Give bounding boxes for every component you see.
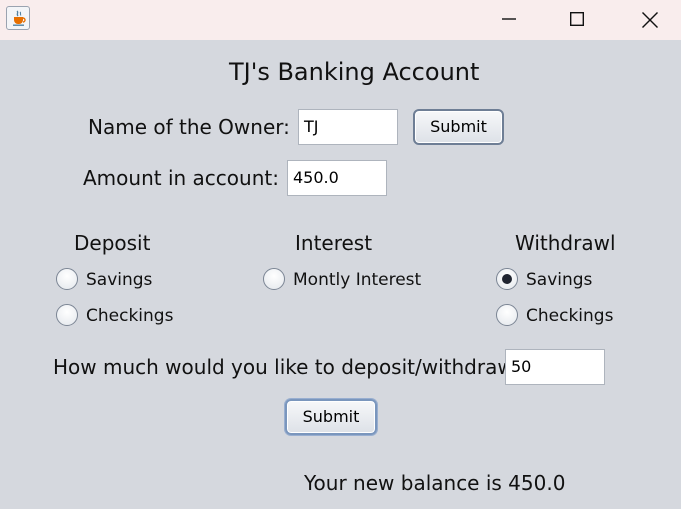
deposit-checkings-radio[interactable] <box>56 304 78 326</box>
interest-heading: Interest <box>295 231 373 255</box>
owner-name-field[interactable]: TJ <box>298 109 398 145</box>
transaction-amount-label: How much would you like to deposit/withd… <box>53 355 526 379</box>
amount-label: Amount in account: <box>83 166 279 190</box>
transaction-submit-button[interactable]: Submit <box>285 399 377 435</box>
deposit-heading: Deposit <box>74 231 151 255</box>
page-title: TJ's Banking Account <box>229 58 480 86</box>
deposit-checkings-label: Checkings <box>86 306 174 326</box>
deposit-savings-radio[interactable] <box>56 268 78 290</box>
owner-label: Name of the Owner: <box>88 115 290 139</box>
amount-field[interactable]: 450.0 <box>287 160 387 196</box>
maximize-icon <box>570 12 584 26</box>
minimize-icon <box>502 18 516 20</box>
title-bar <box>0 0 681 40</box>
withdrawl-checkings-label: Checkings <box>526 306 614 326</box>
minimize-button[interactable] <box>486 0 532 38</box>
transaction-amount-field[interactable]: 50 <box>505 349 605 385</box>
close-button[interactable] <box>626 0 672 38</box>
main-panel: TJ's Banking Account Name of the Owner: … <box>0 40 681 509</box>
java-cup-icon[interactable] <box>6 6 30 30</box>
monthly-interest-radio[interactable] <box>263 268 285 290</box>
deposit-savings-label: Savings <box>86 270 153 290</box>
withdrawl-heading: Withdrawl <box>515 231 616 255</box>
withdrawl-savings-radio[interactable] <box>496 268 518 290</box>
monthly-interest-label: Montly Interest <box>293 270 422 290</box>
withdrawl-savings-label: Savings <box>526 270 593 290</box>
new-balance-message: Your new balance is 450.0 <box>304 471 566 495</box>
owner-submit-button[interactable]: Submit <box>413 109 504 145</box>
close-icon <box>642 12 658 28</box>
maximize-button[interactable] <box>554 0 600 38</box>
withdrawl-checkings-radio[interactable] <box>496 304 518 326</box>
